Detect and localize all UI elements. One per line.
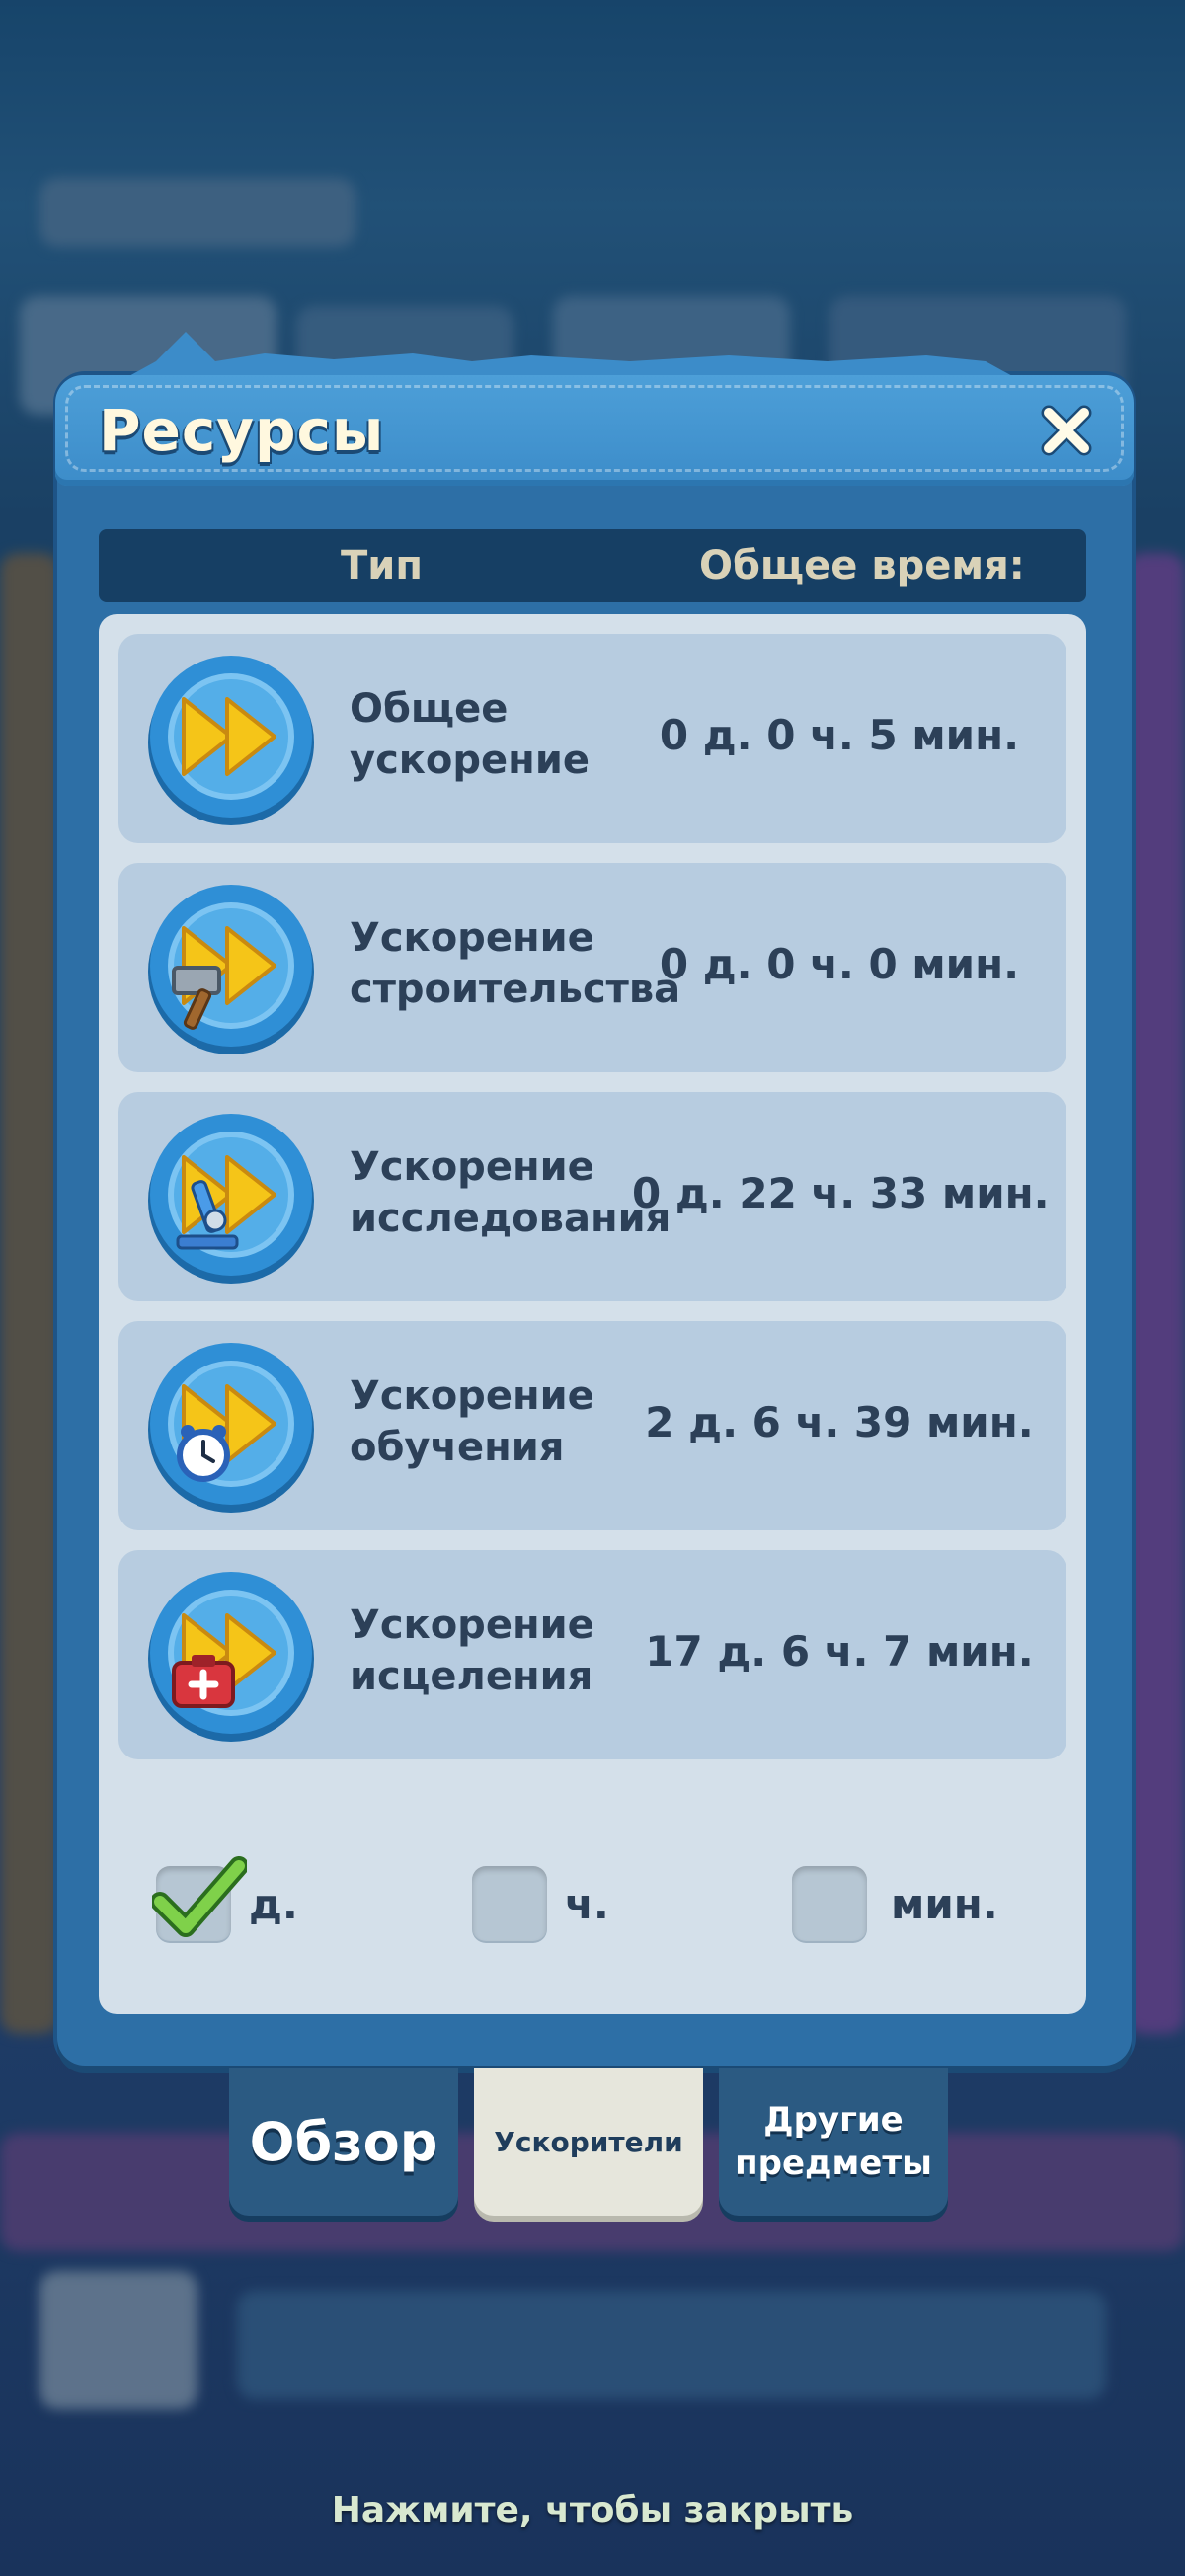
resources-dialog: Ресурсы Тип Общее время: Общее ускорение… <box>55 332 1134 2066</box>
tap-to-close-hint[interactable]: Нажмите, чтобы закрыть <box>0 2490 1185 2531</box>
booster-name: Ускорение исцеления <box>350 1602 594 1699</box>
close-button[interactable] <box>1035 399 1098 462</box>
boosters-panel: Общее ускорение 0 д. 0 ч. 5 мин. Ускорен… <box>99 614 1086 2014</box>
days-checkbox[interactable]: д. <box>152 1856 298 1941</box>
tab-boosters[interactable]: Ускорители <box>474 2068 703 2216</box>
hours-checkbox[interactable]: ч. <box>472 1866 609 1941</box>
booster-time: 0 д. 0 ч. 0 мин. <box>659 940 1020 988</box>
list-item: Ускорение строительства 0 д. 0 ч. 0 мин. <box>118 863 1066 1072</box>
hours-checkbox-box[interactable] <box>472 1866 547 1941</box>
column-type-header: Тип <box>341 543 423 588</box>
list-item: Ускорение обучения 2 д. 6 ч. 39 мин. <box>118 1321 1066 1530</box>
close-icon <box>1041 405 1092 456</box>
training-speedup-icon <box>148 1343 314 1513</box>
booster-time: 2 д. 6 ч. 39 мин. <box>645 1398 1034 1446</box>
research-speedup-icon <box>148 1114 314 1284</box>
booster-time: 0 д. 22 ч. 33 мин. <box>632 1169 1050 1217</box>
booster-name: Ускорение исследования <box>350 1144 672 1241</box>
hours-label: ч. <box>565 1879 609 1928</box>
column-time-header: Общее время: <box>699 543 1025 588</box>
days-checkbox-box[interactable] <box>152 1856 247 1941</box>
tab-other-items[interactable]: Другие предметы <box>719 2068 948 2216</box>
fast-forward-icon <box>148 656 314 825</box>
dialog-title: Ресурсы <box>99 397 385 464</box>
list-item: Ускорение исцеления 17 д. 6 ч. 7 мин. <box>118 1550 1066 1759</box>
list-item: Общее ускорение 0 д. 0 ч. 5 мин. <box>118 634 1066 843</box>
minutes-checkbox-box[interactable] <box>792 1866 867 1941</box>
booster-name: Ускорение обучения <box>350 1373 594 1470</box>
minutes-checkbox[interactable]: мин. <box>792 1866 998 1941</box>
booster-name: Ускорение строительства <box>350 915 681 1012</box>
construction-speedup-icon <box>148 885 314 1054</box>
list-item: Ускорение исследования 0 д. 22 ч. 33 мин… <box>118 1092 1066 1301</box>
table-header: Тип Общее время: <box>99 529 1086 602</box>
healing-speedup-icon <box>148 1572 314 1742</box>
booster-name: Общее ускорение <box>350 686 590 783</box>
booster-time: 17 д. 6 ч. 7 мин. <box>645 1627 1034 1676</box>
booster-time: 0 д. 0 ч. 5 мин. <box>659 711 1020 759</box>
days-label: д. <box>249 1879 298 1928</box>
tab-overview[interactable]: Обзор <box>229 2068 458 2216</box>
dialog-header: Ресурсы <box>55 375 1134 486</box>
checkmark-icon <box>152 1856 247 1937</box>
minutes-label: мин. <box>891 1879 998 1928</box>
